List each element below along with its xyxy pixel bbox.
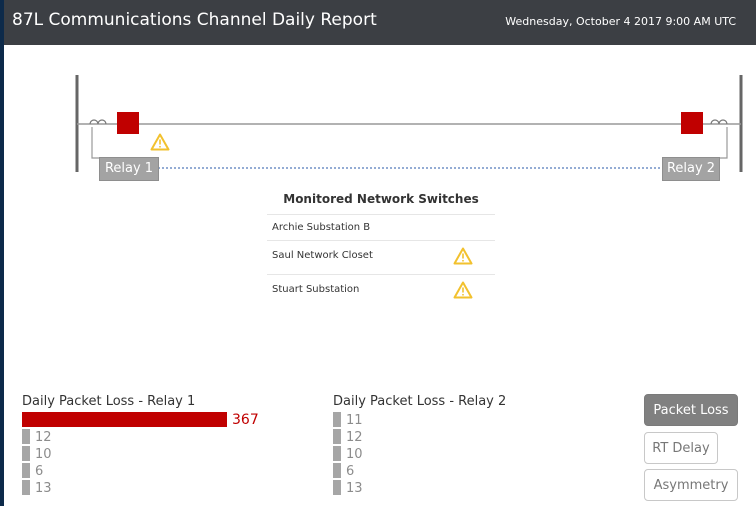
chart-title: Daily Packet Loss - Relay 1	[22, 394, 196, 409]
switch-name: Stuart Substation	[272, 284, 360, 295]
chart-title: Daily Packet Loss - Relay 2	[333, 394, 507, 409]
switch-name: Saul Network Closet	[272, 250, 373, 261]
bar	[22, 480, 30, 495]
packet-loss-button[interactable]: Packet Loss	[644, 394, 738, 426]
bar	[333, 480, 341, 495]
rt-delay-button[interactable]: RT Delay	[644, 432, 718, 464]
bar-value-label: 367	[232, 412, 259, 428]
bar	[22, 446, 30, 461]
switches-title: Monitored Network Switches	[267, 186, 495, 215]
bar-value-label: 12	[346, 430, 363, 445]
switch-row[interactable]: Saul Network Closet	[267, 241, 495, 275]
bar-value-label: 6	[35, 464, 43, 479]
packet-loss-relay1-chart: Daily Packet Loss - Relay 1 367 12 10 6 13	[22, 394, 302, 504]
switch-row[interactable]: Stuart Substation	[267, 275, 495, 305]
monitored-switches-table: Monitored Network Switches Archie Substa…	[267, 186, 495, 305]
asymmetry-button[interactable]: Asymmetry	[644, 469, 738, 501]
bar-value-label: 13	[35, 481, 52, 496]
report-timestamp: Wednesday, October 4 2017 9:00 AM UTC	[505, 15, 736, 28]
bar-value-label: 10	[346, 447, 363, 462]
relay1-breaker	[117, 112, 139, 134]
relay2-label[interactable]: Relay 2	[662, 157, 720, 181]
relay1-warning-icon	[150, 133, 170, 151]
bar	[333, 412, 341, 427]
bar	[333, 446, 341, 461]
report-title: 87L Communications Channel Daily Report	[12, 10, 377, 30]
bar-value-label: 11	[346, 413, 363, 428]
window-frame: 87L Communications Channel Daily Report …	[0, 0, 756, 506]
bar	[22, 463, 30, 478]
bar	[333, 429, 341, 444]
bar	[22, 412, 227, 427]
bar-value-label: 13	[346, 481, 363, 496]
bar	[333, 463, 341, 478]
packet-loss-relay2-chart: Daily Packet Loss - Relay 2 11 12 10 6 13	[333, 394, 613, 504]
chart-plot: 367 12 10 6 13	[22, 412, 259, 496]
bar-value-label: 6	[346, 464, 354, 479]
warning-icon	[453, 247, 473, 265]
warning-icon	[453, 281, 473, 299]
bar-value-label: 10	[35, 447, 52, 462]
bar-value-label: 12	[35, 430, 52, 445]
bar	[22, 429, 30, 444]
switch-name: Archie Substation B	[272, 222, 371, 233]
report-panel: 87L Communications Channel Daily Report …	[4, 0, 756, 506]
report-header: 87L Communications Channel Daily Report …	[4, 0, 756, 45]
relay2-breaker	[681, 112, 703, 134]
chart-plot: 11 12 10 6 13	[333, 412, 363, 496]
switch-row[interactable]: Archie Substation B	[267, 215, 495, 241]
relay1-label[interactable]: Relay 1	[99, 157, 159, 181]
line-diagram: Relay 1 Relay 2	[4, 45, 756, 195]
